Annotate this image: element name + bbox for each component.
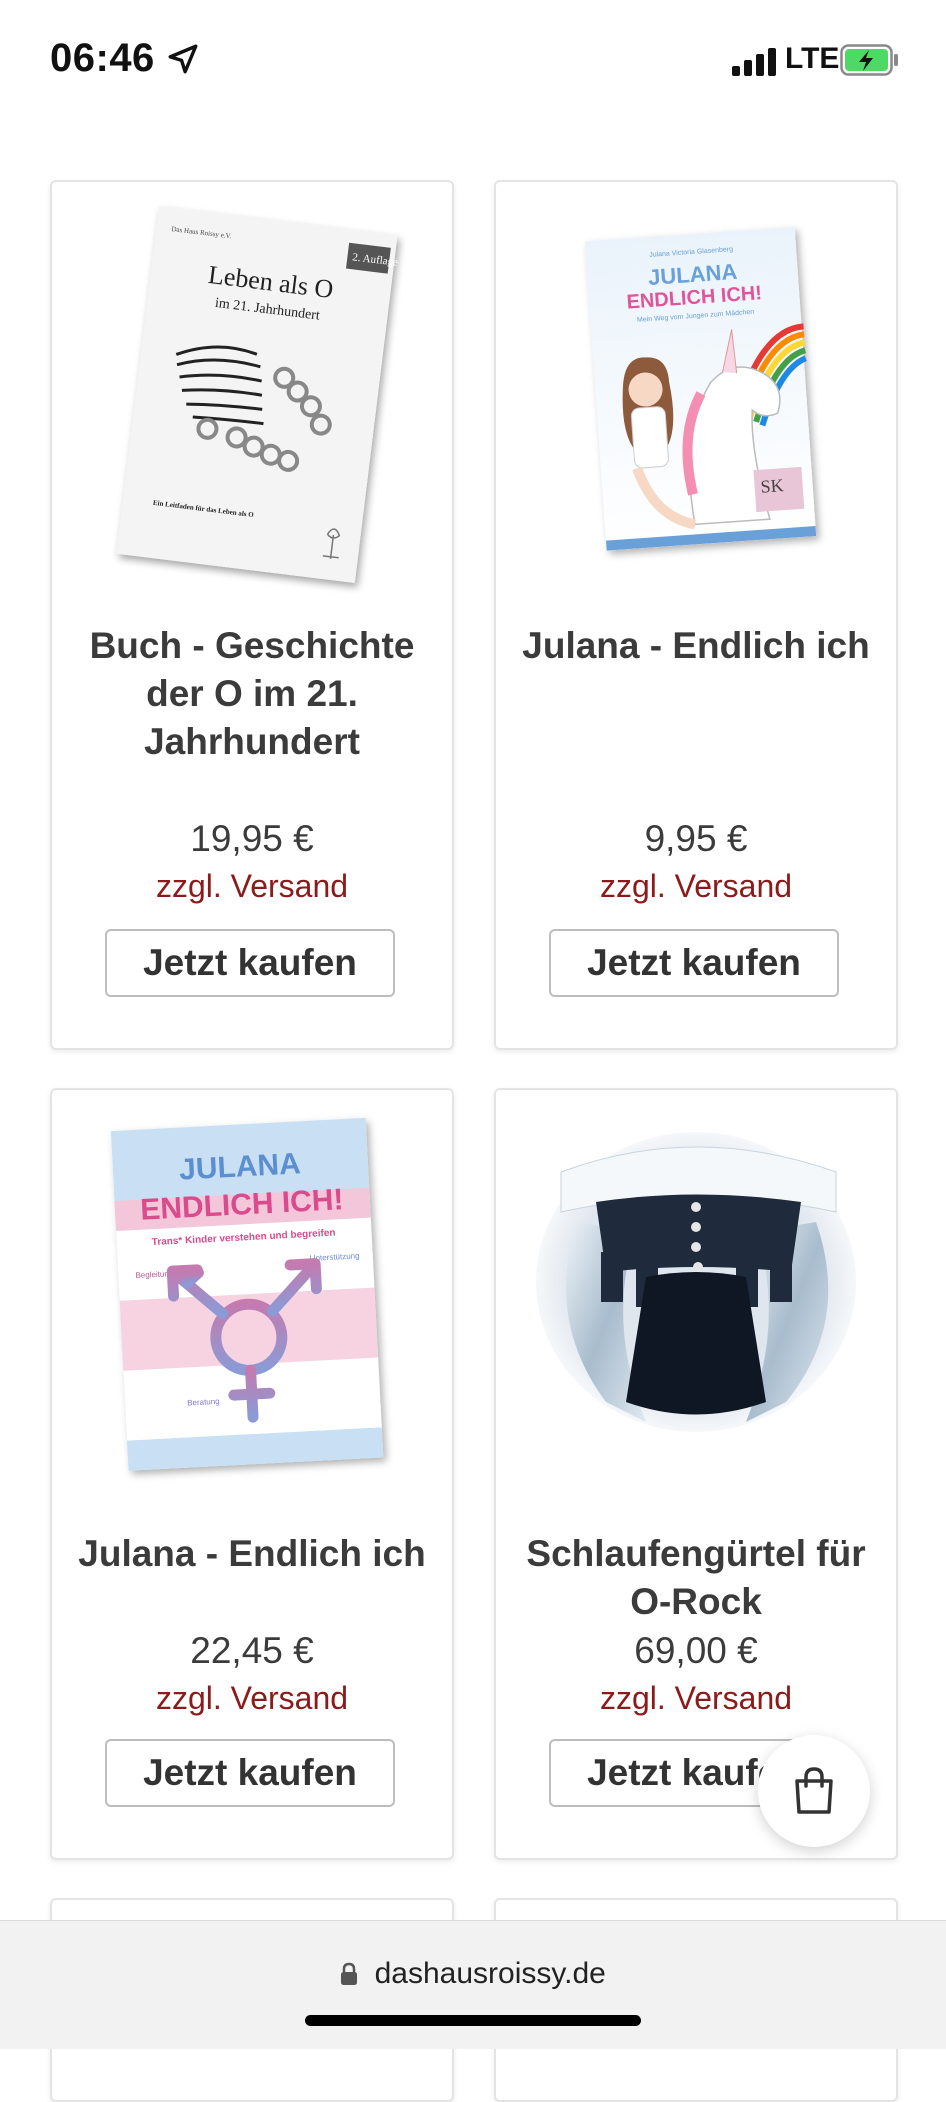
shopping-bag-icon — [795, 1767, 833, 1814]
signal-strength-icon — [732, 46, 778, 76]
lock-icon — [341, 1962, 358, 1985]
status-bar: 06:46 LTE — [0, 0, 946, 120]
product-card[interactable]: 2. Auflage Das Haus Roissy e.V. Leben al… — [50, 180, 454, 1050]
browser-address-bar[interactable]: dashausroissy.de — [0, 1920, 946, 2049]
svg-text:JULANA: JULANA — [178, 1147, 301, 1186]
product-price: 22,45 € — [190, 1630, 314, 1671]
status-time: 06:46 — [50, 36, 155, 80]
product-title[interactable]: Julana - Endlich ich — [72, 1530, 432, 1578]
product-image-book-julana-trans-kinder[interactable]: JULANA ENDLICH ICH! Trans* Kinder verste… — [92, 1102, 412, 1502]
cart-button[interactable] — [758, 1735, 870, 1847]
product-title[interactable]: Julana - Endlich ich — [516, 622, 876, 670]
network-type: LTE — [785, 42, 840, 75]
buy-now-button[interactable]: Jetzt kaufen — [549, 929, 839, 997]
svg-text:Beratung: Beratung — [187, 1397, 220, 1408]
product-card[interactable]: Julana Victoria Glasenberg JULANA ENDLIC… — [494, 180, 898, 1050]
svg-text:SK: SK — [760, 475, 784, 497]
product-image-book-leben-als-o[interactable]: 2. Auflage Das Haus Roissy e.V. Leben al… — [92, 194, 412, 594]
buy-now-button[interactable]: Jetzt kaufen — [105, 929, 395, 997]
location-arrow-icon — [168, 44, 198, 74]
buy-now-button[interactable]: Jetzt kaufen — [105, 1739, 395, 1807]
product-price: 9,95 € — [644, 818, 748, 859]
shipping-note: zzgl. Versand — [599, 1680, 793, 1716]
product-price: 19,95 € — [190, 818, 314, 859]
shipping-note: zzgl. Versand — [155, 868, 349, 904]
battery-charging-icon — [840, 44, 898, 76]
shipping-note: zzgl. Versand — [155, 1680, 349, 1716]
shipping-note: zzgl. Versand — [599, 868, 793, 904]
product-image-book-julana-endlich-ich[interactable]: Julana Victoria Glasenberg JULANA ENDLIC… — [536, 194, 856, 594]
product-image-belt[interactable] — [536, 1102, 856, 1502]
product-price: 69,00 € — [634, 1630, 758, 1671]
product-card[interactable]: JULANA ENDLICH ICH! Trans* Kinder verste… — [50, 1088, 454, 1860]
home-indicator — [305, 2015, 641, 2026]
product-title[interactable]: Schlaufengürtel für O-Rock — [516, 1530, 876, 1626]
url-text[interactable]: dashausroissy.de — [375, 1957, 606, 1991]
product-title[interactable]: Buch - Geschichte der O im 21. Jahrhunde… — [72, 622, 432, 766]
